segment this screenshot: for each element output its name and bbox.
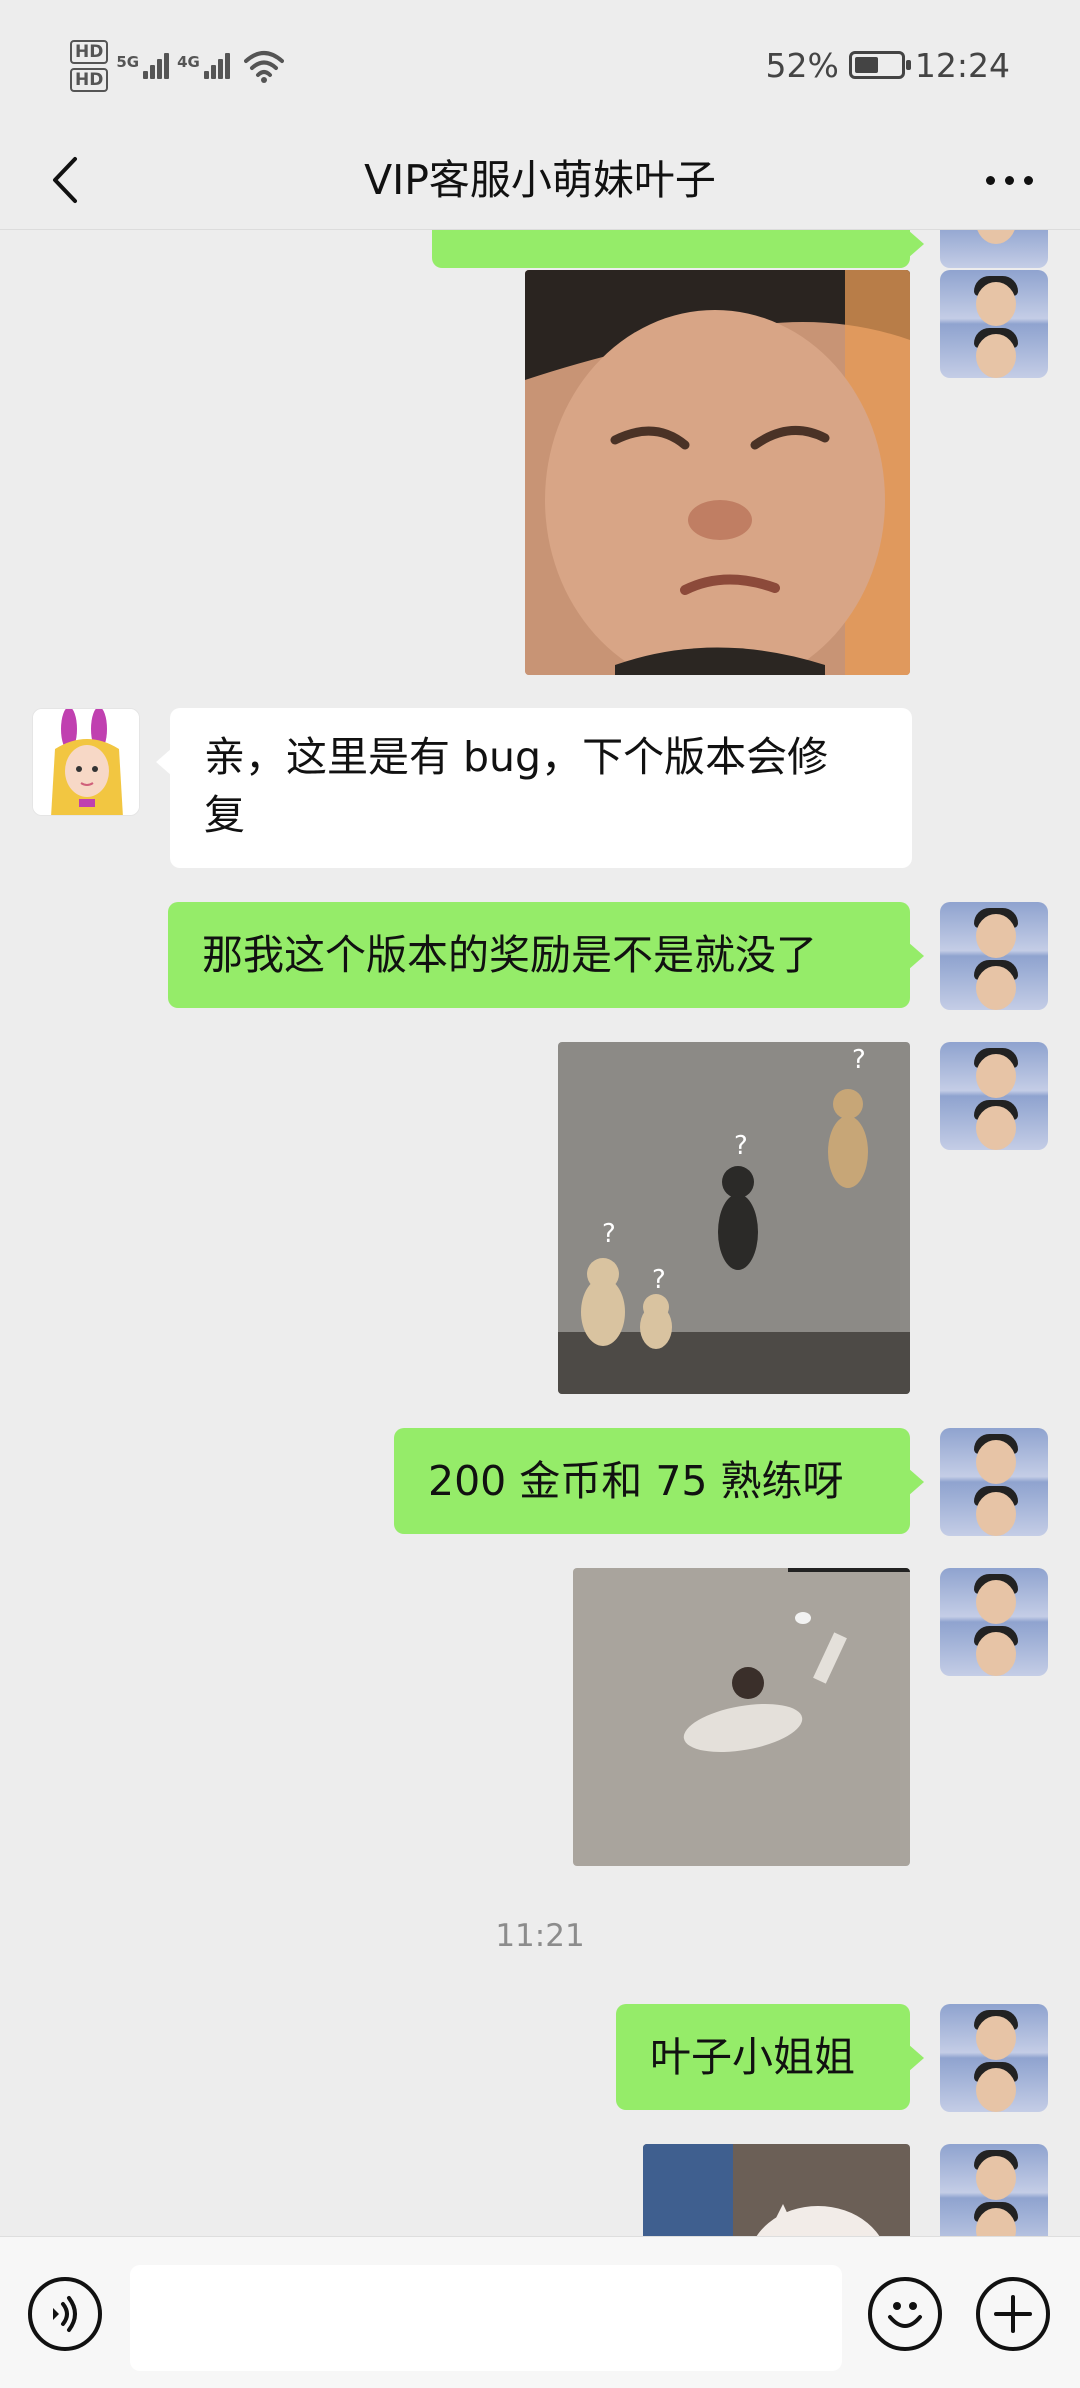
crying-boy-picture xyxy=(525,270,910,675)
image-message-dogs[interactable]: ? ? ? ? xyxy=(558,1042,910,1394)
message-bubble-outgoing[interactable]: 200 金币和 75 熟练呀 xyxy=(394,1428,924,1534)
chat-title: VIP客服小萌妹叶子 xyxy=(364,156,716,204)
hd-badge-2: HD xyxy=(70,68,109,92)
message-text: 叶子小姐姐 xyxy=(650,2033,855,2081)
status-right: 52% 12:24 xyxy=(766,40,1010,90)
hd-badge-1: HD xyxy=(70,40,109,64)
more-dots-icon xyxy=(985,175,995,185)
wifi-icon xyxy=(243,51,284,83)
message-list[interactable]: 亲，这里是有 bug，下个版本会修 复 那我这个版本的奖励是不是就没了 ? ? … xyxy=(0,230,1080,2236)
svg-text:?: ? xyxy=(852,1045,866,1075)
bunny-girl-avatar-icon xyxy=(33,709,139,815)
child-lying-picture xyxy=(573,1568,910,1866)
message-bubble-incoming[interactable]: 亲，这里是有 bug，下个版本会修 复 xyxy=(156,708,912,868)
my-avatar[interactable] xyxy=(940,270,1048,378)
plus-icon xyxy=(994,2295,1032,2333)
message-text: 200 金币和 75 熟练呀 xyxy=(428,1457,844,1505)
message-bubble-partial[interactable] xyxy=(432,230,924,268)
image-message-cat[interactable] xyxy=(643,2144,910,2236)
signal-5g-icon: 5G xyxy=(116,53,170,79)
status-bar: HD HD 5G 4G 52% 12:24 xyxy=(0,0,1080,130)
voice-icon xyxy=(53,2296,77,2332)
my-avatar[interactable] xyxy=(940,2144,1048,2236)
status-left: HD HD 5G 4G xyxy=(70,36,284,96)
voice-button[interactable] xyxy=(28,2277,102,2351)
my-avatar[interactable] xyxy=(940,1428,1048,1536)
my-avatar[interactable] xyxy=(940,2004,1048,2112)
message-bubble-outgoing[interactable]: 叶子小姐姐 xyxy=(616,2004,924,2110)
message-bubble-outgoing[interactable]: 那我这个版本的奖励是不是就没了 xyxy=(168,902,924,1008)
my-avatar[interactable] xyxy=(940,1042,1048,1150)
plus-button[interactable] xyxy=(976,2277,1050,2351)
input-bar xyxy=(0,2236,1080,2388)
my-avatar[interactable] xyxy=(940,902,1048,1010)
cat-picture xyxy=(643,2144,910,2236)
battery-icon xyxy=(848,51,911,79)
message-text: 那我这个版本的奖励是不是就没了 xyxy=(202,931,817,979)
battery-percent: 52% xyxy=(765,45,839,85)
svg-text:?: ? xyxy=(734,1131,748,1161)
my-avatar[interactable] xyxy=(940,1568,1048,1676)
svg-text:?: ? xyxy=(652,1265,666,1295)
image-message-crying-boy[interactable] xyxy=(525,270,910,675)
message-input[interactable] xyxy=(130,2265,842,2371)
emoji-button[interactable] xyxy=(868,2277,942,2351)
clock: 12:24 xyxy=(914,45,1010,85)
bot-avatar[interactable] xyxy=(32,708,140,816)
more-button[interactable] xyxy=(974,156,1044,204)
signal-4g-icon: 4G xyxy=(177,53,230,79)
my-avatar[interactable] xyxy=(940,230,1048,268)
chat-header: VIP客服小萌妹叶子 xyxy=(0,130,1080,230)
svg-text:?: ? xyxy=(602,1219,616,1249)
emoji-icon xyxy=(888,2302,922,2328)
message-text: 亲，这里是有 bug，下个版本会修 xyxy=(204,733,829,781)
puzzled-dogs-picture: ? ? ? ? xyxy=(558,1042,910,1394)
message-timestamp: 11:21 xyxy=(495,1918,585,1954)
image-message-child-lying[interactable] xyxy=(573,1568,910,1866)
message-text: 复 xyxy=(204,791,245,839)
